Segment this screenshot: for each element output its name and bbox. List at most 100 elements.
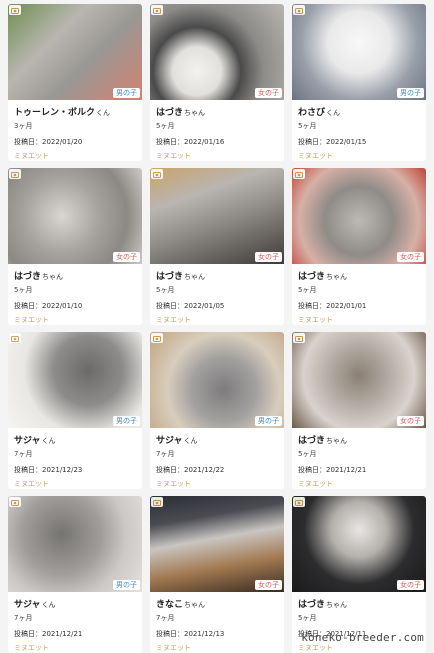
kitten-age: 5ヶ月 bbox=[156, 122, 175, 130]
breed-label: ミヌエット bbox=[298, 480, 333, 488]
post-date: 投稿日：2021/12/21 bbox=[14, 630, 83, 638]
kitten-age: 7ヶ月 bbox=[14, 614, 33, 622]
camera-icon bbox=[151, 5, 163, 15]
kitten-card[interactable]: 男の子 サジャくん 7ヶ月 投稿日：2021/12/22 ミヌエット bbox=[150, 332, 284, 489]
camera-icon bbox=[151, 333, 163, 343]
breed-label: ミヌエット bbox=[298, 152, 333, 160]
kitten-name: サジャくん bbox=[14, 600, 56, 610]
gender-badge: 女の子 bbox=[255, 88, 282, 98]
kitten-photo[interactable]: 男の子 bbox=[150, 332, 284, 428]
post-date: 投稿日：2021/12/22 bbox=[156, 466, 225, 474]
kitten-age: 7ヶ月 bbox=[14, 450, 33, 458]
camera-icon bbox=[9, 169, 21, 179]
kitten-card[interactable]: 女の子 はづきちゃん 5ヶ月 投稿日：2021/12/21 ミヌエット bbox=[292, 332, 426, 489]
kitten-age: 7ヶ月 bbox=[156, 614, 175, 622]
kitten-age: 5ヶ月 bbox=[298, 614, 317, 622]
camera-icon bbox=[151, 169, 163, 179]
camera-icon bbox=[9, 497, 21, 507]
camera-icon bbox=[9, 333, 21, 343]
kitten-photo[interactable]: 女の子 bbox=[150, 168, 284, 264]
gender-badge: 女の子 bbox=[113, 252, 140, 262]
gender-badge: 男の子 bbox=[113, 580, 140, 590]
gender-badge: 女の子 bbox=[255, 252, 282, 262]
gender-badge: 男の子 bbox=[397, 88, 424, 98]
kitten-name: サジャくん bbox=[156, 436, 198, 446]
kitten-photo[interactable]: 男の子 bbox=[8, 332, 142, 428]
photo-image bbox=[292, 168, 426, 264]
site-watermark: koneko-breeder.com bbox=[301, 631, 424, 644]
post-date: 投稿日：2022/01/01 bbox=[298, 302, 367, 310]
photo-image bbox=[292, 332, 426, 428]
camera-icon bbox=[293, 5, 305, 15]
breed-label: ミヌエット bbox=[14, 480, 49, 488]
kitten-card[interactable]: 男の子 わさびくん 5ヶ月 投稿日：2022/01/15 ミヌエット bbox=[292, 4, 426, 161]
kitten-photo[interactable]: 女の子 bbox=[150, 496, 284, 592]
kitten-card[interactable]: 女の子 はづきちゃん 5ヶ月 投稿日：2022/01/05 ミヌエット bbox=[150, 168, 284, 325]
kitten-photo[interactable]: 女の子 bbox=[8, 168, 142, 264]
kitten-card[interactable]: 男の子 トゥーレン・ボルクくん 3ヶ月 投稿日：2022/01/20 ミヌエット bbox=[8, 4, 142, 161]
camera-icon bbox=[151, 497, 163, 507]
kitten-card[interactable]: 男の子 サジャくん 7ヶ月 投稿日：2021/12/21 ミヌエット bbox=[8, 496, 142, 653]
kitten-name: きなこちゃん bbox=[156, 600, 206, 610]
photo-image bbox=[150, 332, 284, 428]
kitten-name: はづきちゃん bbox=[156, 108, 206, 118]
photo-image bbox=[150, 496, 284, 592]
breed-label: ミヌエット bbox=[14, 316, 49, 324]
kitten-photo[interactable]: 女の子 bbox=[292, 496, 426, 592]
kitten-card[interactable]: 女の子 はづきちゃん 5ヶ月 投稿日：2022/01/16 ミヌエット bbox=[150, 4, 284, 161]
kitten-card[interactable]: 男の子 サジャくん 7ヶ月 投稿日：2021/12/23 ミヌエット bbox=[8, 332, 142, 489]
gender-badge: 女の子 bbox=[255, 580, 282, 590]
gender-badge: 男の子 bbox=[113, 88, 140, 98]
post-date: 投稿日：2022/01/16 bbox=[156, 138, 225, 146]
kitten-photo[interactable]: 男の子 bbox=[8, 496, 142, 592]
photo-image bbox=[8, 332, 142, 428]
photo-image bbox=[8, 168, 142, 264]
kitten-name: はづきちゃん bbox=[298, 600, 348, 610]
kitten-age: 5ヶ月 bbox=[156, 286, 175, 294]
kitten-card[interactable]: 女の子 はづきちゃん 5ヶ月 投稿日：2021/12/11 ミヌエット bbox=[292, 496, 426, 653]
kitten-card-grid: 男の子 トゥーレン・ボルクくん 3ヶ月 投稿日：2022/01/20 ミヌエット… bbox=[8, 4, 428, 653]
kitten-card[interactable]: 女の子 はづきちゃん 5ヶ月 投稿日：2022/01/01 ミヌエット bbox=[292, 168, 426, 325]
kitten-name: はづきちゃん bbox=[298, 436, 348, 446]
post-date: 投稿日：2021/12/23 bbox=[14, 466, 83, 474]
kitten-age: 7ヶ月 bbox=[156, 450, 175, 458]
gender-badge: 女の子 bbox=[397, 416, 424, 426]
kitten-age: 5ヶ月 bbox=[14, 286, 33, 294]
kitten-age: 5ヶ月 bbox=[298, 450, 317, 458]
photo-image bbox=[150, 168, 284, 264]
kitten-name: トゥーレン・ボルクくん bbox=[14, 108, 111, 118]
breed-label: ミヌエット bbox=[156, 152, 191, 160]
kitten-name: はづきちゃん bbox=[156, 272, 206, 282]
breed-label: ミヌエット bbox=[156, 316, 191, 324]
breed-label: ミヌエット bbox=[156, 480, 191, 488]
kitten-age: 5ヶ月 bbox=[298, 286, 317, 294]
kitten-age: 5ヶ月 bbox=[298, 122, 317, 130]
kitten-name: サジャくん bbox=[14, 436, 56, 446]
breed-label: ミヌエット bbox=[14, 644, 49, 652]
photo-image bbox=[8, 4, 142, 100]
breed-label: ミヌエット bbox=[156, 644, 191, 652]
photo-image bbox=[292, 4, 426, 100]
kitten-photo[interactable]: 女の子 bbox=[150, 4, 284, 100]
gender-badge: 女の子 bbox=[397, 580, 424, 590]
post-date: 投稿日：2021/12/21 bbox=[298, 466, 367, 474]
photo-image bbox=[150, 4, 284, 100]
camera-icon bbox=[9, 5, 21, 15]
camera-icon bbox=[293, 169, 305, 179]
post-date: 投稿日：2021/12/13 bbox=[156, 630, 225, 638]
kitten-photo[interactable]: 女の子 bbox=[292, 168, 426, 264]
post-date: 投稿日：2022/01/10 bbox=[14, 302, 83, 310]
kitten-photo[interactable]: 男の子 bbox=[292, 4, 426, 100]
kitten-card[interactable]: 女の子 きなこちゃん 7ヶ月 投稿日：2021/12/13 ミヌエット bbox=[150, 496, 284, 653]
kitten-photo[interactable]: 男の子 bbox=[8, 4, 142, 100]
kitten-name: わさびくん bbox=[298, 108, 341, 118]
breed-label: ミヌエット bbox=[298, 316, 333, 324]
gender-badge: 男の子 bbox=[113, 416, 140, 426]
post-date: 投稿日：2022/01/05 bbox=[156, 302, 225, 310]
kitten-name: はづきちゃん bbox=[14, 272, 64, 282]
camera-icon bbox=[293, 333, 305, 343]
post-date: 投稿日：2022/01/20 bbox=[14, 138, 83, 146]
kitten-photo[interactable]: 女の子 bbox=[292, 332, 426, 428]
post-date: 投稿日：2022/01/15 bbox=[298, 138, 367, 146]
kitten-card[interactable]: 女の子 はづきちゃん 5ヶ月 投稿日：2022/01/10 ミヌエット bbox=[8, 168, 142, 325]
